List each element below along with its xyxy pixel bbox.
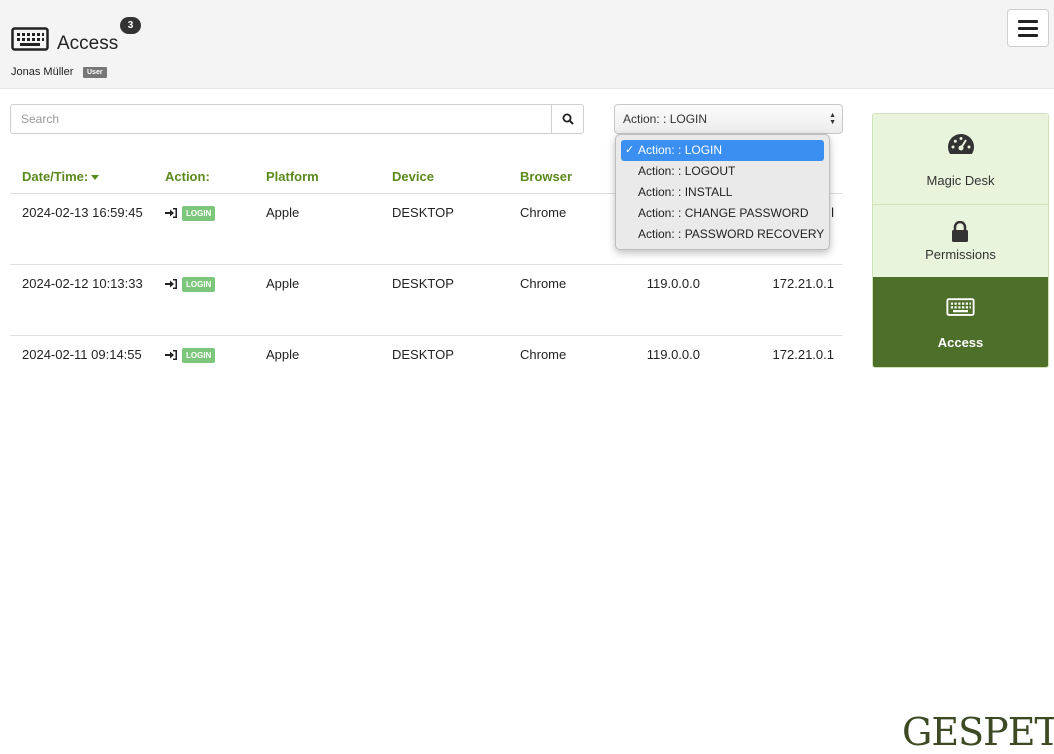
lock-icon — [952, 221, 968, 242]
column-header-browser[interactable]: Browser — [520, 169, 572, 184]
cell-platform: Apple — [266, 205, 300, 220]
sidebar-item-label: Permissions — [925, 247, 996, 262]
search-icon — [562, 113, 574, 125]
column-header-action[interactable]: Action: — [165, 169, 210, 184]
search-input[interactable] — [10, 104, 552, 134]
caret-down-icon — [91, 175, 100, 181]
sidebar-item-label: Access — [937, 335, 984, 350]
select-arrows-icon: ▲ ▼ — [829, 112, 836, 126]
cell-version: 119.0.0.0 — [646, 276, 700, 291]
search-button[interactable] — [551, 104, 584, 134]
cell-browser: Chrome — [520, 205, 567, 220]
cell-datetime: 2024-02-11 09:14:55 — [22, 347, 142, 362]
table-row: 2024-02-11 09:14:55 LOGIN Apple DESKTOP … — [10, 336, 842, 407]
dropdown-option-logout[interactable]: Action: : LOGOUT — [621, 161, 824, 182]
sidebar-item-access[interactable]: Access — [873, 277, 1048, 367]
count-badge: 3 — [120, 17, 141, 34]
column-header-device[interactable]: Device — [392, 169, 434, 184]
action-filter-select[interactable]: Action: : LOGIN ▲ ▼ — [614, 104, 843, 134]
cell-browser: Chrome — [520, 276, 567, 291]
dropdown-option-install[interactable]: Action: : INSTALL — [621, 182, 824, 203]
action-filter-dropdown: ✓ Action: : LOGIN Action: : LOGOUT Actio… — [615, 134, 830, 250]
keyboard-icon — [946, 298, 975, 316]
user-name: Jonas Müller — [11, 66, 74, 78]
cell-datetime: 2024-02-13 16:59:45 — [22, 205, 143, 220]
check-icon: ✓ — [625, 144, 635, 156]
column-header-datetime[interactable]: Date/Time: — [22, 169, 100, 184]
cell-platform: Apple — [266, 276, 300, 291]
cell-datetime: 2024-02-12 10:13:33 — [22, 276, 143, 291]
action-badge: LOGIN — [182, 348, 216, 363]
sidebar-item-permissions[interactable]: Permissions — [873, 205, 1048, 277]
page-title: Access — [57, 33, 119, 54]
cell-device: DESKTOP — [392, 347, 454, 362]
dashboard-gauge-icon — [948, 134, 974, 154]
cell-version: 119.0.0.0 — [646, 347, 700, 362]
cell-ip: 172.21.0.1 — [772, 347, 834, 362]
brand-logo: GESPET — [902, 710, 1054, 754]
dropdown-option-change-password[interactable]: Action: : CHANGE PASSWORD — [621, 203, 824, 224]
cell-platform: Apple — [266, 347, 300, 362]
dropdown-option-login[interactable]: ✓ Action: : LOGIN — [621, 140, 824, 161]
action-badge: LOGIN — [182, 277, 216, 292]
sidebar-item-magic-desk[interactable]: Magic Desk — [873, 114, 1048, 204]
cell-ip: 172.21.0.1 — [772, 276, 834, 291]
action-filter-value: Action: : LOGIN — [623, 112, 708, 126]
page-header: Access 3 Jonas Müller User — [0, 0, 1054, 89]
keyboard-icon — [11, 27, 49, 51]
side-navigation: Magic Desk Permissions Access — [872, 113, 1049, 368]
sign-in-icon — [165, 279, 177, 289]
sign-in-icon — [165, 350, 177, 360]
action-badge: LOGIN — [182, 206, 216, 221]
sidebar-item-label: Magic Desk — [926, 173, 995, 188]
sign-in-icon — [165, 208, 177, 218]
role-badge: User — [83, 67, 107, 78]
column-header-platform[interactable]: Platform — [266, 169, 319, 184]
dropdown-option-password-recovery[interactable]: Action: : PASSWORD RECOVERY — [621, 224, 824, 245]
menu-button[interactable] — [1007, 9, 1049, 47]
cell-device: DESKTOP — [392, 205, 454, 220]
hamburger-icon — [1018, 19, 1038, 23]
cell-browser: Chrome — [520, 347, 567, 362]
table-row: 2024-02-12 10:13:33 LOGIN Apple DESKTOP … — [10, 265, 842, 336]
cell-device: DESKTOP — [392, 276, 454, 291]
